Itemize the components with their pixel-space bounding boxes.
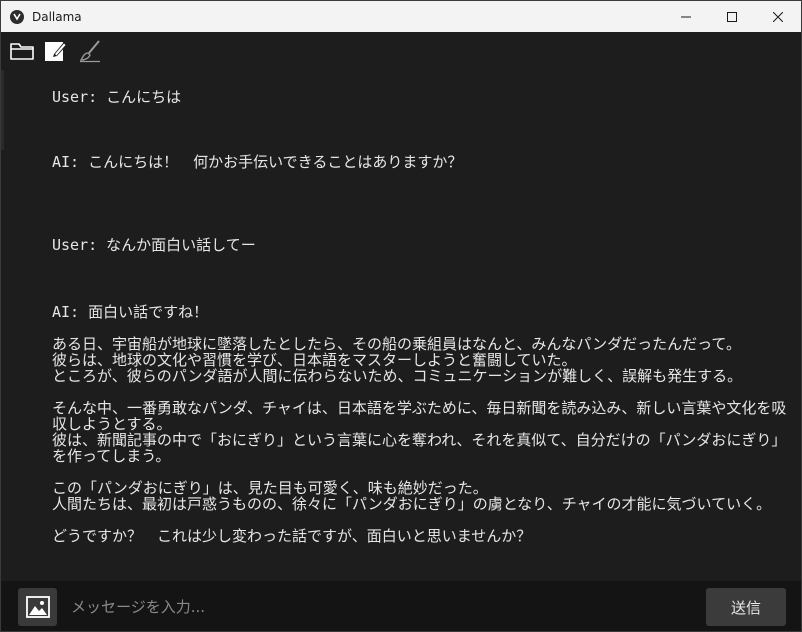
close-button[interactable] [755,1,801,32]
edit-icon [45,42,67,61]
ai-message: AI: 面白い話ですね！ ある日、宇宙船が地球に墜落したとしたら、その船の乗組員… [52,303,787,545]
image-icon [25,596,50,618]
minimize-icon [681,16,691,17]
toolbar [1,32,801,70]
window-controls [663,1,801,32]
app-window: Dallama User: こんにちは AI: こんにちは！ 何かお手伝いできる… [0,0,802,632]
user-message: User: なんか面白い話してー [52,236,256,254]
send-button[interactable]: 送信 [706,588,786,626]
folder-icon [10,43,34,60]
title-bar: Dallama [1,1,801,32]
open-folder-button[interactable] [9,38,35,64]
user-message: User: こんにちは [52,88,182,106]
brush-icon [79,40,100,63]
maximize-icon [727,11,737,22]
edit-button[interactable] [43,38,69,64]
app-logo-icon [10,9,24,24]
input-bar: 送信 [1,581,801,631]
window-title: Dallama [32,9,82,24]
chat-history[interactable]: User: こんにちは AI: こんにちは！ 何かお手伝いできることはありますか… [1,70,801,581]
close-icon [773,11,783,22]
maximize-button[interactable] [709,1,755,32]
attach-image-button[interactable] [18,588,57,626]
scroll-edge [1,70,4,150]
minimize-button[interactable] [663,1,709,32]
ai-message: AI: こんにちは！ 何かお手伝いできることはありますか？ [52,153,463,171]
message-input[interactable] [63,589,709,625]
brush-button[interactable] [77,38,103,64]
